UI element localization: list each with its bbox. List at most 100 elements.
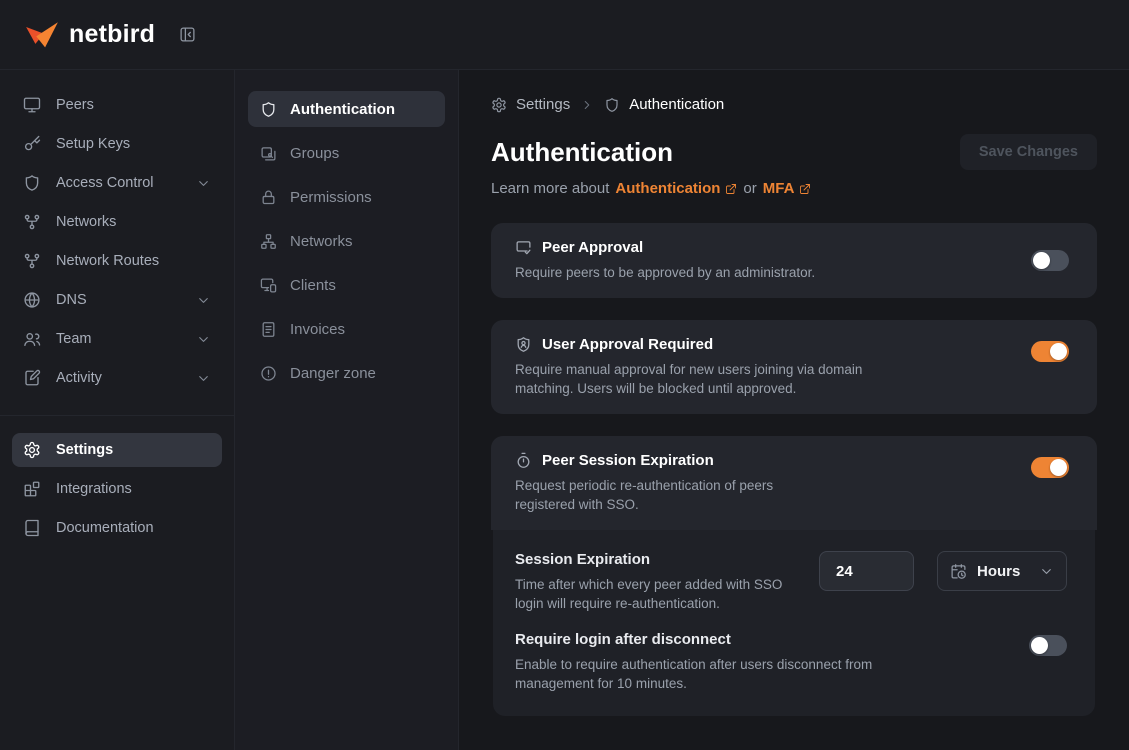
session-expiration-input[interactable] xyxy=(819,551,914,591)
shield-icon xyxy=(604,97,620,113)
require-login-row: Require login after disconnect Enable to… xyxy=(515,631,1067,693)
external-link-icon xyxy=(725,183,737,195)
peer-session-expiration-title: Peer Session Expiration xyxy=(515,452,787,469)
sidebar-item-activity[interactable]: Activity xyxy=(12,361,222,395)
chevron-down-icon xyxy=(196,293,211,308)
sidebar-item-access-control[interactable]: Access Control xyxy=(12,166,222,200)
netbird-bird-icon xyxy=(24,20,60,50)
user-approval-description: Require manual approval for new users jo… xyxy=(515,360,867,398)
sidebar-item-network-routes[interactable]: Network Routes xyxy=(12,244,222,278)
settings-subnav: Authentication Groups Permissions Networks C… xyxy=(235,70,459,750)
require-login-description: Enable to require authentication after u… xyxy=(515,655,907,693)
sidebar-item-label: Invoices xyxy=(290,321,345,338)
user-approval-title: User Approval Required xyxy=(515,336,867,353)
sidebar-item-label: Activity xyxy=(56,370,181,386)
monitor-smartphone-icon xyxy=(260,277,277,294)
monitor-check-icon xyxy=(515,239,532,256)
sidebar-item-networks[interactable]: Networks xyxy=(12,205,222,239)
timer-icon xyxy=(515,452,532,469)
sidebar-item-label: Access Control xyxy=(56,175,181,191)
file-text-icon xyxy=(260,321,277,338)
globe-icon xyxy=(23,291,41,309)
sidebar-item-label: Setup Keys xyxy=(56,136,211,152)
settings-subnav-list: Authentication Groups Permissions Networks C… xyxy=(248,91,445,391)
peer-session-expiration-description: Request periodic re-authentication of pe… xyxy=(515,476,787,514)
main-content: Settings Authentication Authentication S… xyxy=(459,70,1129,750)
learn-more-prefix: Learn more about xyxy=(491,180,609,197)
peer-session-expiration-toggle[interactable] xyxy=(1031,457,1069,478)
learn-more-line: Learn more about Authentication or MFA xyxy=(491,180,1097,197)
peer-session-expiration-card: Peer Session Expiration Request periodic… xyxy=(491,436,1097,530)
require-login-toggle[interactable] xyxy=(1029,635,1067,656)
sidebar-item-permissions[interactable]: Permissions xyxy=(248,179,445,215)
peer-approval-title: Peer Approval xyxy=(515,239,815,256)
unit-select-value: Hours xyxy=(977,563,1020,580)
session-expiration-row: Session Expiration Time after which ever… xyxy=(515,551,1067,613)
breadcrumb-current-label: Authentication xyxy=(629,96,724,113)
sidebar-item-label: Network Routes xyxy=(56,253,211,269)
sidebar-item-settings[interactable]: Settings xyxy=(12,433,222,467)
toggle-knob xyxy=(1050,343,1067,360)
shield-icon xyxy=(260,101,277,118)
sidebar-item-label: Integrations xyxy=(56,481,211,497)
page-title: Authentication xyxy=(491,137,673,168)
mfa-doc-link[interactable]: MFA xyxy=(763,180,812,197)
users-icon xyxy=(23,330,41,348)
chevron-down-icon xyxy=(1039,564,1054,579)
session-expiration-description: Time after which every peer added with S… xyxy=(515,575,787,613)
sidebar-item-label: Permissions xyxy=(290,189,372,206)
sidebar-main-group: Peers Setup Keys Access Control Networks Net… xyxy=(12,88,222,400)
sidebar-item-clients[interactable]: Clients xyxy=(248,267,445,303)
sidebar-item-team[interactable]: Team xyxy=(12,322,222,356)
session-expiration-panel: Session Expiration Time after which ever… xyxy=(493,530,1095,716)
sidebar-bottom-group: Settings Integrations Documentation xyxy=(12,433,222,550)
external-link-icon xyxy=(799,183,811,195)
netbird-logo[interactable]: netbird xyxy=(24,20,155,50)
sidebar-item-label: Networks xyxy=(56,214,211,230)
sidebar-item-invoices[interactable]: Invoices xyxy=(248,311,445,347)
session-expiration-title: Session Expiration xyxy=(515,551,787,568)
sidebar-item-label: DNS xyxy=(56,292,181,308)
sidebar-item-label: Peers xyxy=(56,97,211,113)
peer-approval-description: Require peers to be approved by an admin… xyxy=(515,263,815,282)
shield-user-icon xyxy=(515,336,532,353)
chevron-down-icon xyxy=(196,332,211,347)
alert-circle-icon xyxy=(260,365,277,382)
gear-icon xyxy=(491,97,507,113)
git-fork-icon xyxy=(23,252,41,270)
user-approval-card: User Approval Required Require manual ap… xyxy=(491,320,1097,414)
sidebar-item-danger-zone[interactable]: Danger zone xyxy=(248,355,445,391)
sidebar-item-documentation[interactable]: Documentation xyxy=(12,511,222,545)
sidebar-item-setup-keys[interactable]: Setup Keys xyxy=(12,127,222,161)
sidebar-item-label: Authentication xyxy=(290,101,395,118)
top-header: netbird xyxy=(0,0,1129,70)
toggle-knob xyxy=(1033,252,1050,269)
sidebar-item-networks[interactable]: Networks xyxy=(248,223,445,259)
authentication-doc-link[interactable]: Authentication xyxy=(615,180,737,197)
sidebar-item-authentication[interactable]: Authentication xyxy=(248,91,445,127)
peer-approval-toggle[interactable] xyxy=(1031,250,1069,271)
sidebar-divider xyxy=(0,415,234,416)
breadcrumb: Settings Authentication xyxy=(491,96,1097,113)
sidebar-item-integrations[interactable]: Integrations xyxy=(12,472,222,506)
brand-name: netbird xyxy=(69,20,155,49)
breadcrumb-settings[interactable]: Settings xyxy=(491,96,570,113)
gear-icon xyxy=(23,441,41,459)
learn-more-conjunction: or xyxy=(743,180,756,197)
git-fork-icon xyxy=(23,213,41,231)
toggle-knob xyxy=(1031,637,1048,654)
save-changes-button[interactable]: Save Changes xyxy=(960,134,1097,170)
sidebar-item-label: Documentation xyxy=(56,520,211,536)
sidebar-item-dns[interactable]: DNS xyxy=(12,283,222,317)
sidebar-item-groups[interactable]: Groups xyxy=(248,135,445,171)
sidebar-collapse-button[interactable] xyxy=(177,24,198,45)
sidebar-item-label: Networks xyxy=(290,233,353,250)
sidebar-item-label: Team xyxy=(56,331,181,347)
require-login-title: Require login after disconnect xyxy=(515,631,907,648)
sidebar-item-peers[interactable]: Peers xyxy=(12,88,222,122)
lock-icon xyxy=(260,189,277,206)
user-approval-toggle[interactable] xyxy=(1031,341,1069,362)
session-expiration-unit-select[interactable]: Hours xyxy=(937,551,1067,591)
breadcrumb-current: Authentication xyxy=(604,96,724,113)
chevron-right-icon xyxy=(580,98,594,112)
